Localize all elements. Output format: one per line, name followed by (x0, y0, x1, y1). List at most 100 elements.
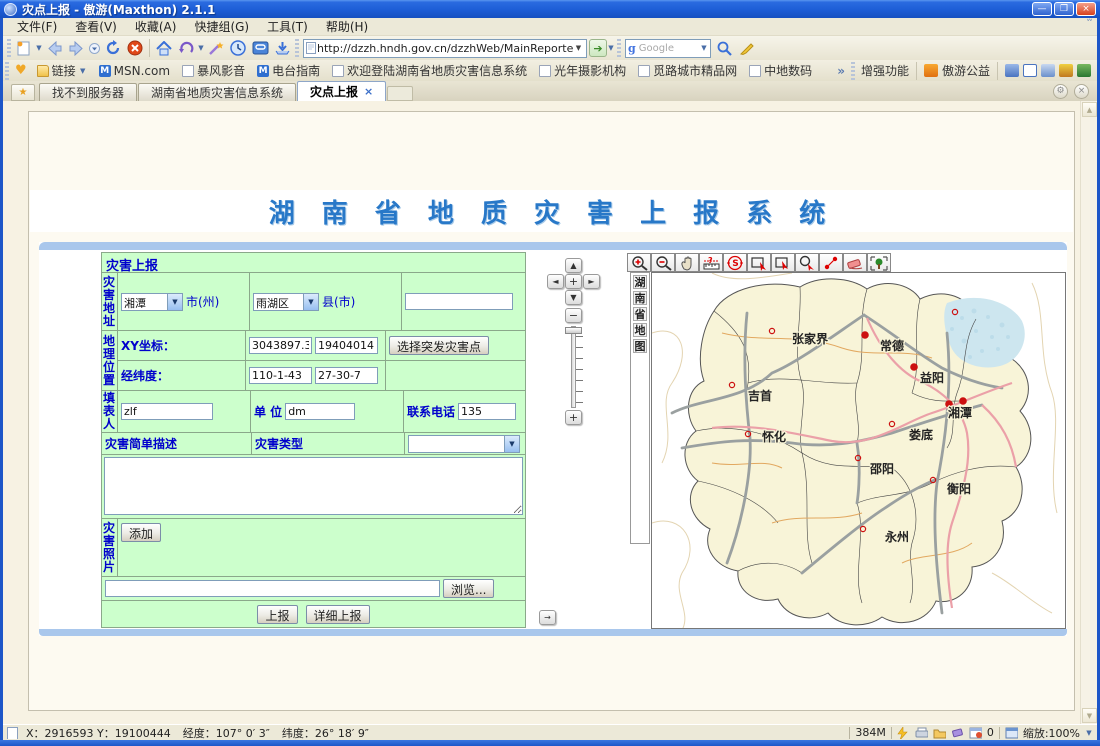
highlight-button[interactable] (736, 38, 756, 58)
undo-dropdown-icon[interactable]: ▼ (197, 44, 205, 52)
latitude-input[interactable] (315, 367, 378, 384)
bookmarks-overflow-icon[interactable]: » (837, 64, 845, 78)
map-viewport[interactable]: 张家界常德益阳吉首怀化娄底湘潭邵阳衡阳永州 (651, 272, 1066, 629)
eraser-status-icon[interactable] (951, 727, 964, 739)
back-button[interactable] (44, 38, 64, 58)
city-select[interactable]: 湘潭 ▼ (121, 293, 183, 311)
search-button[interactable] (714, 38, 734, 58)
folder-status-icon[interactable] (933, 727, 946, 739)
scroll-up-icon[interactable]: ▲ (1082, 102, 1097, 117)
bookmark-item[interactable]: 暴风影音 (176, 62, 251, 79)
tab[interactable]: 湖南省地质灾害信息系统 (138, 83, 296, 101)
clear-tool-button[interactable] (843, 253, 867, 272)
menu-item[interactable]: 帮助(H) (318, 17, 376, 36)
v-service-icon[interactable] (1059, 64, 1073, 77)
unit-input[interactable] (285, 403, 355, 420)
pan-down-button[interactable]: ▼ (565, 290, 582, 305)
vertical-scrollbar[interactable]: ▲ ▼ (1080, 101, 1097, 724)
plugin-bug-icon[interactable] (1077, 64, 1091, 77)
printer-icon[interactable] (915, 727, 928, 739)
bookmark-item[interactable]: MMSN.com (93, 64, 176, 78)
close-button[interactable]: × (1076, 2, 1096, 16)
pan-left-button[interactable]: ◄ (547, 274, 564, 289)
tab-close-icon[interactable]: × (364, 85, 373, 98)
go-dropdown-icon[interactable]: ▼ (607, 44, 615, 52)
collapse-panel-button[interactable]: → (539, 610, 556, 625)
address-url[interactable]: http://dzzh.hndh.gov.cn/dzzhWeb/MainRepo… (317, 42, 573, 55)
bookmark-item[interactable]: 觅路城市精品网 (632, 62, 743, 79)
new-tab-dropdown-icon[interactable]: ▼ (35, 44, 43, 52)
search-placeholder[interactable]: Google (636, 43, 700, 54)
restore-button[interactable]: ❐ (1054, 2, 1074, 16)
address-detail-input[interactable] (405, 293, 513, 310)
bookmark-item[interactable]: 欢迎登陆湖南省地质灾害信息系统 (326, 62, 533, 79)
type-select-arrow-icon[interactable]: ▼ (504, 436, 519, 452)
enhance-features-link[interactable]: 增强功能 (861, 62, 909, 79)
stop-button[interactable] (125, 38, 145, 58)
window-panel-icon[interactable] (1023, 64, 1037, 77)
zoom-in-step-button[interactable]: + (565, 410, 582, 425)
undo-button[interactable] (176, 38, 196, 58)
submit-button[interactable]: 上报 (257, 605, 297, 624)
tab[interactable]: 找不到服务器 (39, 83, 137, 101)
search-engine-dropdown-icon[interactable]: ▼ (700, 44, 708, 52)
tab-close-button[interactable]: × (1074, 84, 1089, 99)
zoom-window-icon[interactable] (1005, 727, 1018, 739)
identify-tool-button[interactable] (795, 253, 819, 272)
county-select-arrow-icon[interactable]: ▼ (303, 294, 318, 310)
detail-submit-button[interactable]: 详细上报 (306, 605, 370, 624)
menu-item[interactable]: 快捷组(G) (186, 17, 257, 36)
tab-settings-wrench-button[interactable]: ⚙ (1053, 84, 1068, 99)
photo-file-input[interactable] (105, 580, 440, 597)
draw-point-tool-button[interactable] (819, 253, 843, 272)
disaster-type-select[interactable]: ▼ (408, 435, 520, 453)
pan-right-button[interactable]: ► (583, 274, 600, 289)
search-box[interactable]: g Google ▼ (625, 39, 711, 58)
longitude-input[interactable] (249, 367, 312, 384)
download-button[interactable] (272, 38, 292, 58)
boost-lightning-icon[interactable] (897, 727, 910, 739)
menu-chevron-icon[interactable]: ˅˅ (1086, 19, 1091, 29)
new-tab-plus-button[interactable] (387, 86, 413, 101)
bookmark-item[interactable]: M电台指南 (251, 62, 326, 79)
phone-input[interactable] (458, 403, 516, 420)
bookmark-folder-links[interactable]: 链接 ▼ (31, 62, 93, 79)
zoom-out-tool-button[interactable] (651, 253, 675, 272)
zoom-dropdown-icon[interactable]: ▼ (1085, 729, 1093, 737)
bookmark-item[interactable]: 中地数码 (743, 62, 818, 79)
y-coordinate-input[interactable] (315, 337, 378, 354)
reporter-name-input[interactable] (121, 403, 213, 420)
menu-item[interactable]: 文件(F) (9, 17, 65, 36)
menu-item[interactable]: 收藏(A) (127, 17, 185, 36)
full-extent-tool-button[interactable] (867, 253, 891, 272)
documents-icon[interactable] (1041, 64, 1055, 77)
charity-link[interactable]: 傲游公益 (942, 62, 990, 79)
pan-tool-button[interactable] (675, 253, 699, 272)
zoom-in-tool-button[interactable] (627, 253, 651, 272)
scale-tool-button[interactable]: S (723, 253, 747, 272)
proxy-button[interactable] (250, 38, 270, 58)
bookmark-item[interactable]: 光年摄影机构 (533, 62, 632, 79)
go-button[interactable]: ➔ (589, 39, 607, 57)
city-select-arrow-icon[interactable]: ▼ (167, 294, 182, 310)
description-textarea[interactable] (104, 457, 523, 515)
menu-item[interactable]: 查看(V) (67, 17, 125, 36)
history-dropdown-button[interactable] (88, 38, 101, 58)
browse-button[interactable]: 浏览... (443, 579, 494, 598)
menu-item[interactable]: 工具(T) (259, 17, 316, 36)
refresh-button[interactable] (103, 38, 123, 58)
minimize-button[interactable]: — (1032, 2, 1052, 16)
county-select[interactable]: 雨湖区 ▼ (253, 293, 319, 311)
messenger-icon[interactable] (1005, 64, 1019, 77)
pan-up-button[interactable]: ▲ (565, 258, 582, 273)
favorites-heart-icon[interactable]: ♥ (11, 63, 31, 78)
select-rect-out-tool-button[interactable] (771, 253, 795, 272)
home-button[interactable] (154, 38, 174, 58)
map-layer-strip[interactable]: 湖南省地图 (630, 272, 650, 544)
status-zoom-label[interactable]: 缩放:100% (1023, 725, 1080, 741)
tab-active[interactable]: 灾点上报× (297, 81, 386, 101)
zoom-slider-track[interactable] (571, 326, 576, 408)
scroll-down-icon[interactable]: ▼ (1082, 708, 1097, 723)
zoom-out-step-button[interactable]: − (565, 308, 582, 323)
address-dropdown-icon[interactable]: ▼ (573, 44, 584, 52)
